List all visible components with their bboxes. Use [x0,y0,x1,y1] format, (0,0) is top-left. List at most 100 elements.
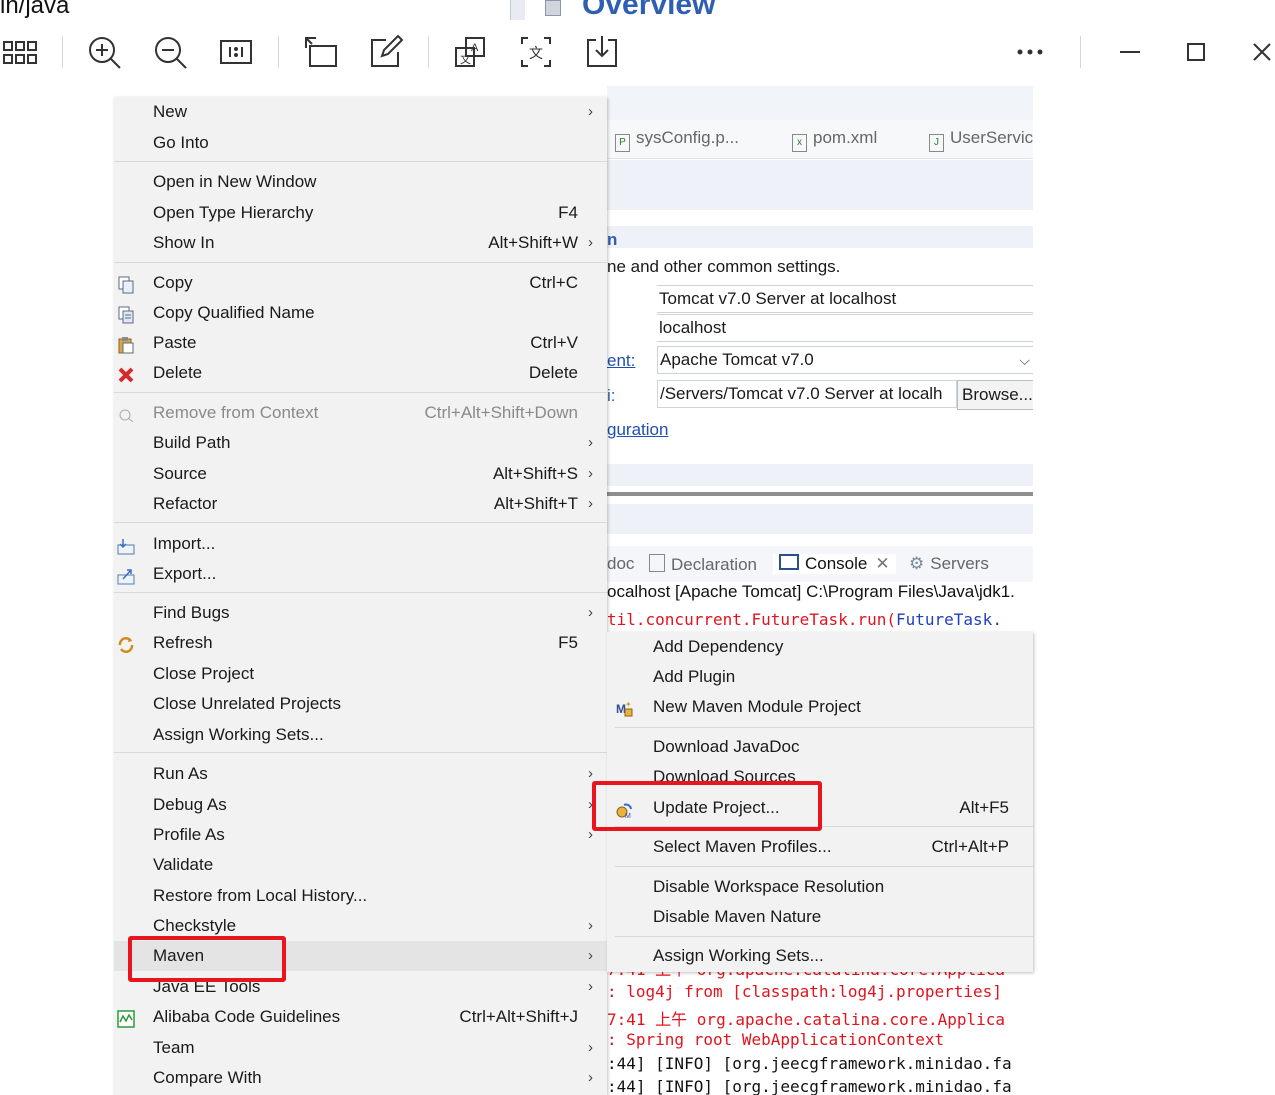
menu-item-export[interactable]: Export... [114,559,607,589]
download-icon[interactable] [582,32,622,72]
menu-item-label: Select Maven Profiles... [653,837,832,856]
menu-separator [114,592,607,593]
menu-item-import[interactable]: Import... [114,529,607,559]
menu-item-label: Remove from Context [153,403,319,422]
configuration-link[interactable]: guration [607,420,668,440]
menu-item-refactor[interactable]: Refactor Alt+Shift+T › [114,489,607,519]
menu-item-download-sources[interactable]: Download Sources [607,762,1033,792]
menu-item-validate[interactable]: Validate [114,850,607,880]
menu-item-add-dependency[interactable]: Add Dependency [607,632,1033,662]
submenu-arrow-icon: › [588,796,593,813]
runtime-select[interactable]: Apache Tomcat v7.0 ⌵ [657,346,1033,374]
menu-item-copy-qualified-name[interactable]: Copy Qualified Name [114,298,607,328]
menu-item-open-type-hierarchy[interactable]: Open Type Hierarchy F4 [114,198,607,228]
menu-item-compare-with[interactable]: Compare With › [114,1063,607,1093]
menu-item-assign-working-sets[interactable]: Assign Working Sets... [607,941,1033,971]
tab-declaration[interactable]: Declaration [649,554,757,575]
overview-title: Overview [582,0,716,20]
menu-item-shortcut: Ctrl+Alt+Shift+J [459,1007,578,1026]
menu-item-download-javadoc[interactable]: Download JavaDoc [607,732,1033,762]
menu-item-label: Profile As [153,825,225,844]
menu-item-show-in[interactable]: Show In Alt+Shift+W › [114,228,607,258]
menu-item-new-maven-module-project[interactable]: M ✦ New Maven Module Project [607,692,1033,722]
rotate-icon[interactable] [300,32,340,72]
menu-item-alibaba-code-guidelines[interactable]: Alibaba Code Guidelines Ctrl+Alt+Shift+J [114,1002,607,1032]
menu-item-java-ee-tools[interactable]: Java EE Tools › [114,972,607,1002]
menu-item-new[interactable]: New › [114,97,607,127]
menu-item-select-maven-profiles[interactable]: Select Maven Profiles... Ctrl+Alt+P [607,832,1033,862]
svg-text:A: A [471,42,479,54]
menu-item-add-plugin[interactable]: Add Plugin [607,662,1033,692]
zoom-in-icon[interactable] [84,32,124,72]
menu-item-shortcut: Ctrl+V [530,333,578,352]
close-icon[interactable] [1242,32,1275,72]
pane-divider [510,0,525,20]
editor-tab-userservice[interactable]: J UserServic [929,128,1033,152]
menu-item-debug-as[interactable]: Debug As › [114,790,607,820]
runtime-environment-link[interactable]: ent: [607,351,635,371]
tab-servers[interactable]: ⚙ Servers [909,554,989,574]
stacktrace-link[interactable]: FutureTask. [896,610,1002,629]
browse-button[interactable]: Browse... [957,380,1033,410]
translate-image-icon[interactable]: 文A [450,32,490,72]
console-text: til.concurrent.FutureTask.run( [607,610,896,629]
menu-item-open-in-new-window[interactable]: Open in New Window [114,167,607,197]
menu-item-copy[interactable]: Copy Ctrl+C [114,268,607,298]
menu-item-refresh[interactable]: Refresh F5 [114,628,607,658]
ocr-icon[interactable]: 文 [516,32,556,72]
menu-item-close-unrelated-projects[interactable]: Close Unrelated Projects [114,689,607,719]
runtime-value: Apache Tomcat v7.0 [660,350,814,369]
menu-item-source[interactable]: Source Alt+Shift+S › [114,459,607,489]
actual-size-icon[interactable] [216,32,256,72]
console-line: :44] [INFO] [org.jeecgframework.minidao.… [607,1054,1012,1073]
host-name-field[interactable]: localhost [657,314,1033,342]
menu-item-maven[interactable]: Maven › [114,941,607,971]
menu-item-checkstyle[interactable]: Checkstyle › [114,911,607,941]
editor-tab-pom[interactable]: x pom.xml [792,128,877,152]
more-icon[interactable] [1010,32,1050,72]
menu-item-close-project[interactable]: Close Project [114,659,607,689]
maven-submenu: Add Dependency Add Plugin M ✦ New Maven Modu… [607,632,1033,972]
tab-javadoc[interactable]: doc [607,554,634,574]
menu-item-disable-workspace-resolution[interactable]: Disable Workspace Resolution [607,872,1033,902]
menu-item-run-as[interactable]: Run As › [114,759,607,789]
grid-view-icon[interactable] [0,32,40,72]
menu-item-delete[interactable]: Delete Delete [114,358,607,388]
menu-item-team[interactable]: Team › [114,1033,607,1063]
menu-item-disable-maven-nature[interactable]: Disable Maven Nature [607,902,1033,932]
menu-item-shortcut: Ctrl+C [529,273,578,292]
copy-icon [117,274,135,294]
menu-item-paste[interactable]: Paste Ctrl+V [114,328,607,358]
editor-tab-sysconfig[interactable]: PsysConfig.p... [615,128,739,152]
console-icon [779,554,799,570]
menu-item-find-bugs[interactable]: Find Bugs › [114,598,607,628]
menu-item-build-path[interactable]: Build Path › [114,428,607,458]
menu-item-remove-from-context[interactable]: Remove from Context Ctrl+Alt+Shift+Down [114,398,607,428]
zoom-out-icon[interactable] [150,32,190,72]
menu-item-label: Go Into [153,133,209,152]
svg-text:✦: ✦ [625,700,632,709]
close-tab-icon[interactable]: ✕ [875,554,889,573]
menu-item-update-project[interactable]: M Update Project... Alt+F5 [607,793,1033,823]
minimize-icon[interactable] [1110,32,1150,72]
edit-icon[interactable] [366,32,406,72]
maximize-icon[interactable] [1176,32,1216,72]
configuration-path-field[interactable]: /Servers/Tomcat v7.0 Server at localh [657,380,957,408]
maven-module-icon: M ✦ [615,698,633,717]
menu-item-shortcut: Delete [528,363,578,382]
menu-item-profile-as[interactable]: Profile As › [114,820,607,850]
console-line: til.concurrent.FutureTask.run(FutureTask… [607,610,1002,629]
tab-console[interactable]: Console ✕ [773,554,896,574]
menu-item-label: Assign Working Sets... [153,725,324,744]
submenu-arrow-icon: › [588,765,593,782]
submenu-arrow-icon: › [588,1069,593,1086]
editor-toolbar-strip [607,86,1033,120]
sash-divider[interactable] [607,492,1033,496]
server-name-field[interactable]: Tomcat v7.0 Server at localhost [657,285,1033,313]
menu-item-go-into[interactable]: Go Into [114,128,607,158]
menu-item-label: Debug As [153,795,227,814]
menu-item-assign-working-sets[interactable]: Assign Working Sets... [114,720,607,750]
menu-item-label: Open Type Hierarchy [153,203,314,222]
tab-label: pom.xml [813,128,878,147]
menu-item-restore-from-local-history[interactable]: Restore from Local History... [114,881,607,911]
